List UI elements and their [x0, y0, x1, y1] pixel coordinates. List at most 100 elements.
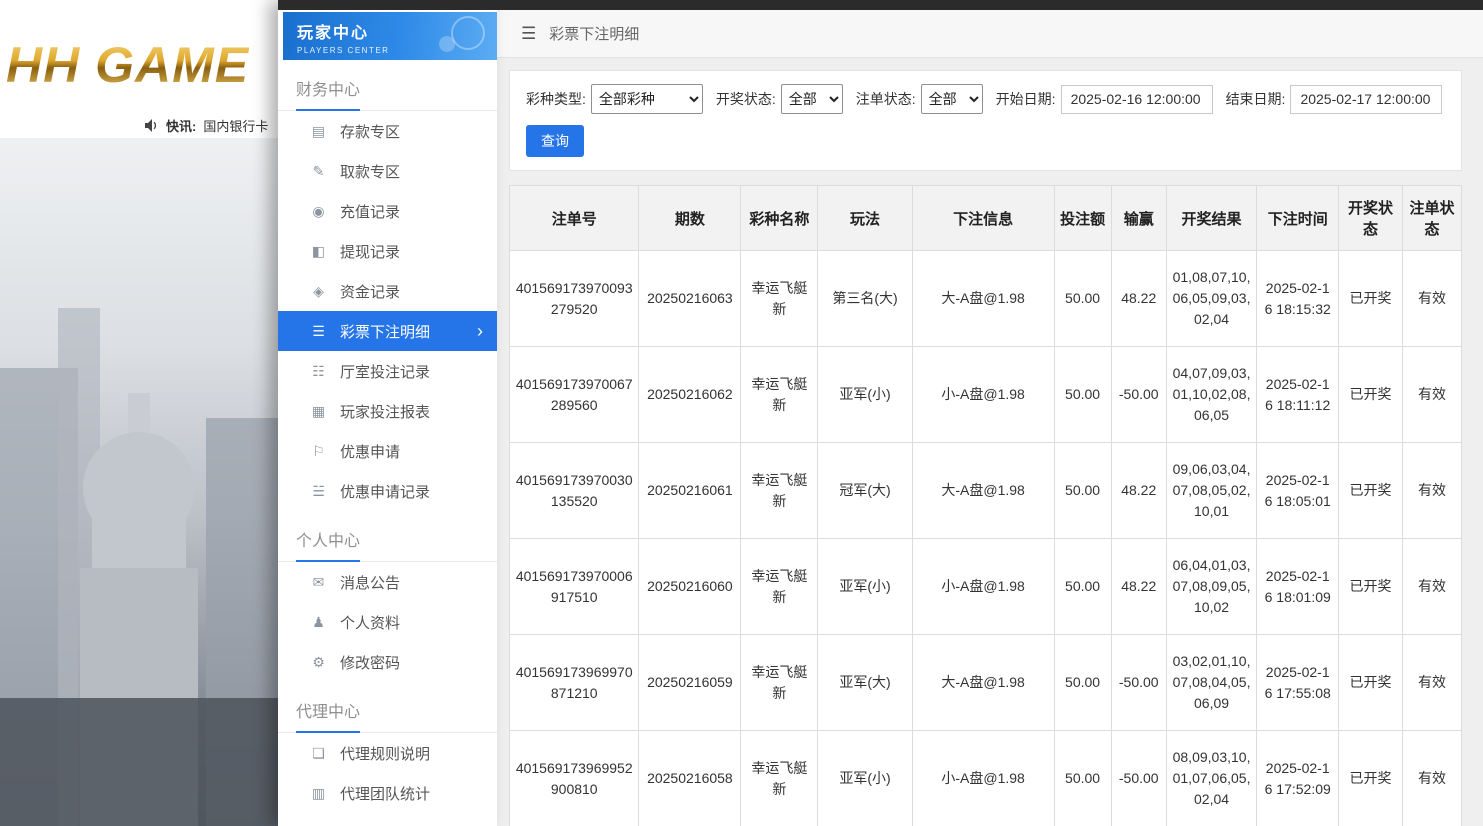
sidebar-section-label: 个人中心 [296, 527, 360, 562]
cell-bet-info: 小-A盘@1.98 [912, 347, 1054, 443]
cell-win-loss: 48.22 [1111, 443, 1166, 539]
cell-draw-result: 08,09,03,10,01,07,06,05,02,04 [1166, 731, 1256, 826]
player-center-header: 玩家中心 PLAYERS CENTER [283, 12, 497, 60]
column-header: 下注信息 [912, 186, 1054, 251]
cell-period: 20250216062 [639, 347, 741, 443]
cell-win-loss: -50.00 [1111, 731, 1166, 826]
sidebar-item-hall-bet-records[interactable]: ☷厅室投注记录 [278, 351, 497, 391]
lottery-type-label: 彩种类型: [526, 89, 586, 109]
column-header: 玩法 [818, 186, 912, 251]
ticker-label: 快讯: [166, 116, 196, 135]
cell-play-type: 亚军(小) [818, 347, 912, 443]
bet-table: 注单号期数彩种名称玩法下注信息投注额输赢开奖结果下注时间开奖状态注单状态 401… [509, 185, 1462, 826]
column-header: 彩种名称 [741, 186, 818, 251]
cell-lottery-name: 幸运飞艇新 [741, 635, 818, 731]
bet-table-card: 注单号期数彩种名称玩法下注信息投注额输赢开奖结果下注时间开奖状态注单状态 401… [509, 185, 1462, 826]
sidebar-item-label: 代理规则说明 [340, 743, 430, 764]
bet-status-select[interactable]: 全部 [921, 84, 983, 114]
sidebar-item-label: 资金记录 [340, 281, 400, 302]
filter-panel: 彩种类型: 全部彩种 开奖状态: 全部 注单状态: 全部 开始日期: 结束日期:… [509, 70, 1462, 171]
change-password-icon: ⚙ [310, 654, 327, 671]
cell-lottery-name: 幸运飞艇新 [741, 539, 818, 635]
cell-bet-status: 有效 [1402, 635, 1461, 731]
announcements-icon: ✉ [310, 574, 327, 591]
cell-draw-status: 已开奖 [1339, 731, 1403, 826]
sidebar-item-change-password[interactable]: ⚙修改密码 [278, 642, 497, 682]
cell-bet-time: 2025-02-16 17:55:08 [1257, 635, 1339, 731]
profile-icon: ♟ [310, 614, 327, 631]
cell-period: 20250216061 [639, 443, 741, 539]
cell-bet-number: 401569173970006917510 [510, 539, 639, 635]
sidebar-item-label: 提现记录 [340, 241, 400, 262]
cell-bet-amount: 50.00 [1054, 443, 1111, 539]
sidebar-item-profile[interactable]: ♟个人资料 [278, 602, 497, 642]
cell-bet-number: 401569173970093279520 [510, 251, 639, 347]
table-row: 40156917396997087121020250216059幸运飞艇新亚军(… [510, 635, 1462, 731]
main-topbar: ☰ 彩票下注明细 [497, 10, 1483, 58]
cell-bet-amount: 50.00 [1054, 635, 1111, 731]
sidebar-item-promo-apply[interactable]: ⚐优惠申请 [278, 431, 497, 471]
cell-lottery-name: 幸运飞艇新 [741, 251, 818, 347]
sidebar: 玩家中心 PLAYERS CENTER 财务中心▤存款专区✎取款专区◉充值记录◧… [278, 0, 497, 826]
column-header: 投注额 [1054, 186, 1111, 251]
top-strip [278, 0, 1483, 10]
table-row: 40156917397006728956020250216062幸运飞艇新亚军(… [510, 347, 1462, 443]
sidebar-section-title: 个人中心 [278, 511, 497, 562]
sidebar-item-promo-apply-records[interactable]: ☱优惠申请记录 [278, 471, 497, 511]
end-date-input[interactable] [1290, 85, 1442, 114]
cell-bet-number: 401569173970067289560 [510, 347, 639, 443]
filter-row: 彩种类型: 全部彩种 开奖状态: 全部 注单状态: 全部 开始日期: 结束日期: [526, 84, 1445, 114]
start-date-label: 开始日期: [996, 89, 1056, 109]
cell-bet-number: 401569173969970871210 [510, 635, 639, 731]
promo-records-icon: ☱ [310, 483, 327, 500]
filter-actions: 查询 [526, 125, 1445, 157]
recharge-records-icon: ◉ [310, 203, 327, 220]
sidebar-item-recharge-records[interactable]: ◉充值记录 [278, 191, 497, 231]
cell-bet-time: 2025-02-16 18:15:32 [1257, 251, 1339, 347]
sidebar-item-agent-rules[interactable]: ❏代理规则说明 [278, 733, 497, 773]
start-date-input[interactable] [1061, 85, 1213, 114]
cell-period: 20250216058 [639, 731, 741, 826]
cell-bet-amount: 50.00 [1054, 539, 1111, 635]
cell-play-type: 第三名(大) [818, 251, 912, 347]
sidebar-item-withdrawal-records[interactable]: ◧提现记录 [278, 231, 497, 271]
background-photo [0, 138, 278, 826]
cell-lottery-name: 幸运飞艇新 [741, 731, 818, 826]
cell-period: 20250216059 [639, 635, 741, 731]
chevron-right-icon: › [477, 322, 497, 340]
sidebar-item-agent-team-stats[interactable]: ▥代理团队统计 [278, 773, 497, 813]
sidebar-item-label: 玩家投注报表 [340, 401, 430, 422]
search-button[interactable]: 查询 [526, 125, 584, 157]
speaker-icon [145, 119, 159, 132]
sidebar-nav: 财务中心▤存款专区✎取款专区◉充值记录◧提现记录◈资金记录☰彩票下注明细›☷厅室… [278, 60, 497, 813]
cell-bet-amount: 50.00 [1054, 347, 1111, 443]
sidebar-item-withdraw-zone[interactable]: ✎取款专区 [278, 151, 497, 191]
lottery-type-select[interactable]: 全部彩种 [591, 84, 703, 114]
sidebar-item-funds-records[interactable]: ◈资金记录 [278, 271, 497, 311]
menu-toggle-icon[interactable]: ☰ [521, 24, 536, 44]
cell-draw-status: 已开奖 [1339, 347, 1403, 443]
header-decoration-dot [439, 36, 455, 52]
cell-bet-info: 大-A盘@1.98 [912, 443, 1054, 539]
withdraw-icon: ✎ [310, 163, 327, 180]
cell-win-loss: -50.00 [1111, 635, 1166, 731]
cell-play-type: 冠军(大) [818, 443, 912, 539]
draw-status-select[interactable]: 全部 [781, 84, 843, 114]
cell-win-loss: 48.22 [1111, 539, 1166, 635]
column-header: 期数 [639, 186, 741, 251]
cell-period: 20250216060 [639, 539, 741, 635]
sidebar-item-label: 厅室投注记录 [340, 361, 430, 382]
sidebar-item-label: 彩票下注明细 [340, 321, 430, 342]
cell-bet-number: 401569173970030135520 [510, 443, 639, 539]
cell-bet-status: 有效 [1402, 443, 1461, 539]
sidebar-item-label: 存款专区 [340, 121, 400, 142]
cell-bet-amount: 50.00 [1054, 731, 1111, 826]
sidebar-item-player-bet-report[interactable]: ▦玩家投注报表 [278, 391, 497, 431]
sidebar-item-lottery-bet-details[interactable]: ☰彩票下注明细› [278, 311, 497, 351]
cell-win-loss: 48.22 [1111, 251, 1166, 347]
sidebar-item-deposit-zone[interactable]: ▤存款专区 [278, 111, 497, 151]
cell-draw-result: 09,06,03,04,07,08,05,02,10,01 [1166, 443, 1256, 539]
sidebar-item-announcements[interactable]: ✉消息公告 [278, 562, 497, 602]
cell-bet-amount: 50.00 [1054, 251, 1111, 347]
end-date-label: 结束日期: [1226, 89, 1286, 109]
